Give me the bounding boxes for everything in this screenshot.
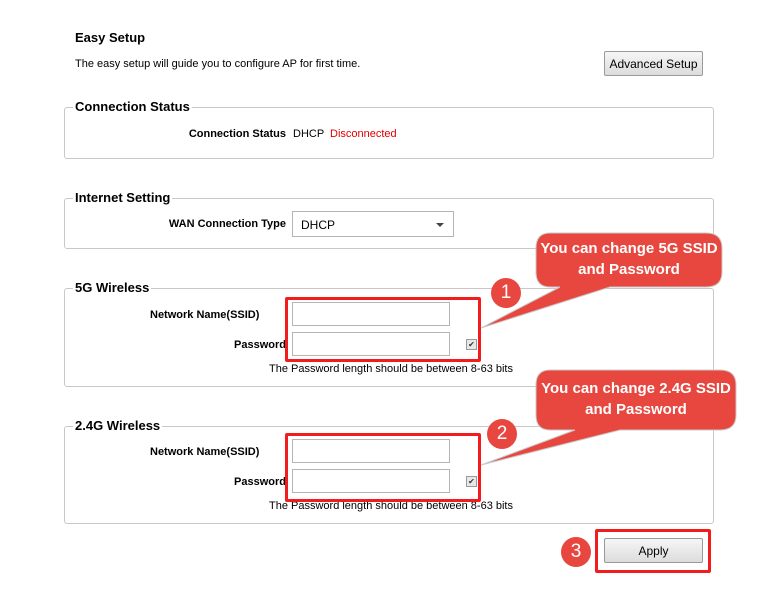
callout-shapes [480,232,737,567]
step-number-2: 2 [496,423,508,444]
step-number-3: 3 [570,541,582,562]
callout-text-1: You can change 5G SSID and Password [540,240,718,278]
step-number-1: 1 [500,282,512,303]
callout-text-2: You can change 2.4G SSID and Password [541,380,731,418]
